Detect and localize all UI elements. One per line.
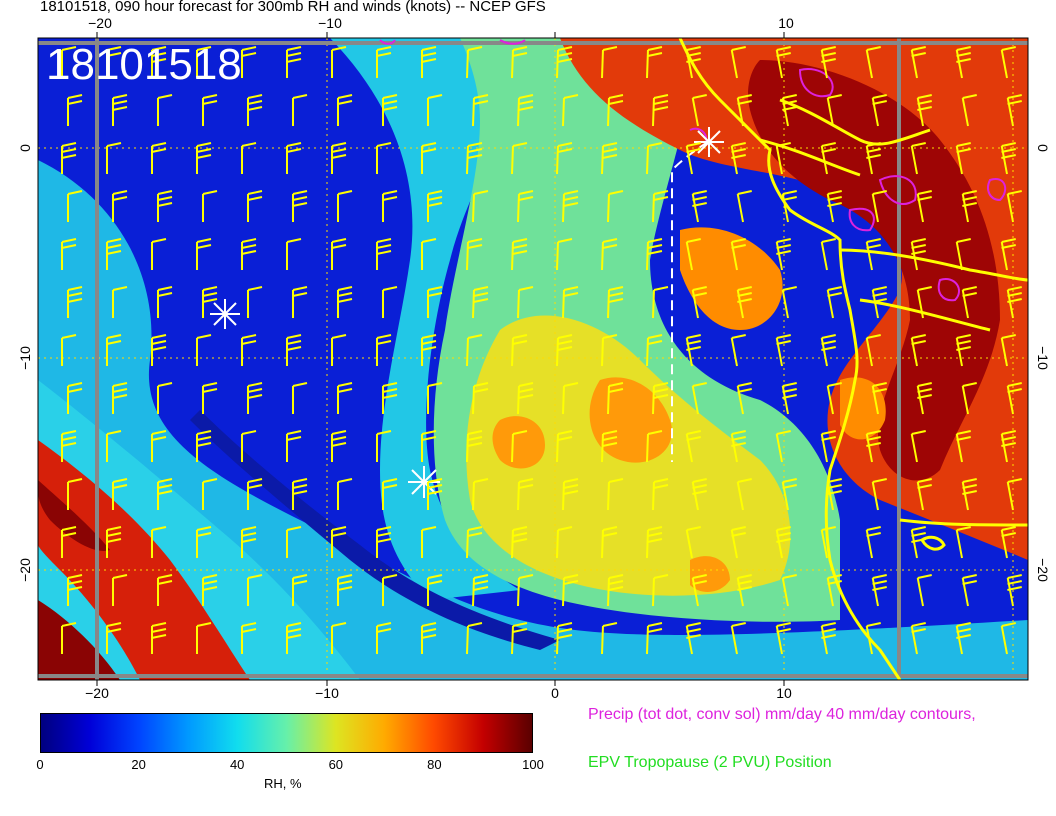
colorbar-tick: 100 — [522, 757, 544, 772]
rh-colorbar — [40, 713, 533, 753]
y-tick-label-right: −10 — [1035, 346, 1051, 370]
y-tick-label: −10 — [17, 346, 33, 370]
x-tick-label: −20 — [85, 685, 109, 700]
map-panel: −20 −10 0 10 −20 −10 10 0 −10 −20 0 −10 … — [17, 15, 1051, 700]
y-tick-label-right: 0 — [1035, 144, 1051, 152]
legend-precip: Precip (tot dot, conv sol) mm/day 40 mm/… — [588, 706, 976, 723]
y-tick-label-right: −20 — [1035, 558, 1051, 582]
y-tick-label: 0 — [17, 144, 33, 152]
x-tick-label: −10 — [315, 685, 339, 700]
x-tick-label-top: −20 — [88, 15, 112, 31]
y-tick-label: −20 — [17, 558, 33, 582]
x-tick-label-top: −10 — [318, 15, 342, 31]
colorbar-tick: 60 — [328, 757, 344, 772]
x-tick-label: 0 — [551, 685, 559, 700]
colorbar-tick: 20 — [131, 757, 146, 772]
date-stamp: 18101518 — [46, 40, 242, 89]
colorbar-label: RH, % — [264, 776, 302, 791]
colorbar-tick: 0 — [36, 757, 44, 772]
storm-marker-3 — [694, 127, 724, 157]
colorbar-tick: 80 — [427, 757, 442, 772]
colorbar-ticks: 0 20 40 60 80 100 — [36, 757, 543, 777]
x-tick-label: 10 — [776, 685, 792, 700]
colorbar-tick: 40 — [229, 757, 245, 772]
storm-marker-1 — [210, 299, 240, 329]
legend-epv: EPV Tropopause (2 PVU) Position — [588, 754, 832, 771]
x-tick-label-top: 10 — [778, 15, 794, 31]
